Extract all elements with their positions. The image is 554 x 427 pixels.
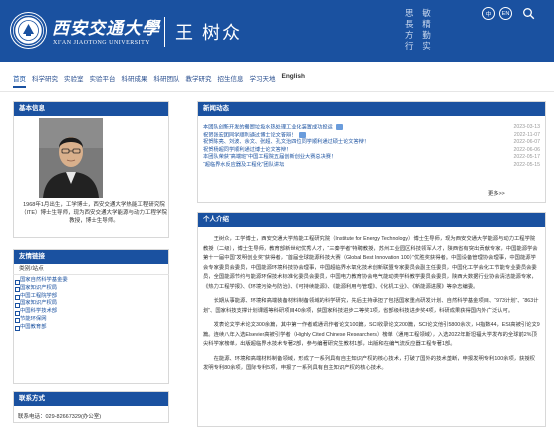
more-news-link[interactable]: 更多>>: [488, 189, 505, 197]
university-logo[interactable]: [11, 13, 46, 48]
new-badge-icon: [335, 124, 343, 130]
university-motto: 思 敏 長 精 方 勤 行 实: [405, 9, 467, 53]
panel-title: 新闻动态: [198, 102, 545, 116]
nav-item-lab[interactable]: 实验室: [64, 73, 84, 88]
link-item[interactable]: 节能环保网: [13, 316, 169, 324]
link-item[interactable]: 中国教育部: [13, 324, 169, 332]
news-date: 2022-05-15: [513, 161, 540, 168]
news-item[interactable]: 祝贺杨超同学顺利通过博士论文答辩！ 2022-06-06: [203, 147, 540, 155]
nav-item-admissions[interactable]: 招生信息: [218, 73, 244, 88]
news-title[interactable]: 本团队荣获“高端班”中国工程院五届创新创业大赛总决赛！: [203, 154, 336, 162]
bio-text: 王树众，工学博士，西安交通大学热能工程研究院（Institute for Ene…: [203, 235, 540, 379]
bio-paragraph: 长期从事能源、环境和高端装备材料制备领域的科学研究，先后主持承担了包括国家重点研…: [203, 298, 539, 314]
link-item[interactable]: 国家知识产权局: [13, 285, 169, 293]
links-category-header: 类别/站点: [13, 264, 169, 275]
motto-line: 思 敏: [405, 9, 434, 19]
lang-cn-button[interactable]: 中: [482, 7, 495, 20]
link-item[interactable]: 中国科学技术部: [13, 308, 169, 316]
nav-item-home[interactable]: 首页: [13, 73, 26, 88]
news-date: 2022-06-07: [513, 139, 540, 145]
panel-title: 联系方式: [14, 392, 168, 406]
site-header: 西安交通大學 XI'AN JIAOTONG UNIVERSITY 王 树众 思 …: [0, 0, 554, 62]
motto-line: 行 实: [405, 42, 434, 52]
bio-paragraph: 发表论文学术论文300余篇，其中第一作者或通讯作者论文100篇，SCI收录论文2…: [203, 322, 540, 347]
nav-item-learning[interactable]: 学习天地: [250, 73, 276, 88]
emblem-icon: [13, 15, 44, 46]
news-title[interactable]: 祝贺陈亮、刘波、余文、张超、孔文治四位同学顺利通过硕士论文答辩！: [203, 139, 369, 147]
nav-item-teaching[interactable]: 教学研究: [186, 73, 212, 88]
university-name-cn: 西安交通大學: [52, 19, 160, 39]
news-item[interactable]: 祝贺陈亮、刘波、余文、张超、孔文治四位同学顺利通过硕士论文答辩！ 2022-06…: [203, 139, 540, 147]
news-item[interactable]: 本团队荣获“高端班”中国工程院五届创新创业大赛总决赛！ 2022-05-17: [203, 154, 540, 162]
nav-item-achievements[interactable]: 科研成果: [122, 73, 148, 88]
news-item[interactable]: 本团队创新开发的餐厨垃圾水热处理工业化装置成功投运 2023-03-13: [203, 124, 540, 132]
panel-title: 基本信息: [14, 102, 168, 116]
contact-phone: 联系电话：029-82667329(办公室): [18, 414, 102, 420]
nav-item-team[interactable]: 科研团队: [154, 73, 180, 88]
language-switcher: 中 EN: [482, 7, 512, 20]
link-item[interactable]: 国家自然科学基金委: [13, 277, 169, 285]
nav-item-english[interactable]: English: [282, 73, 305, 88]
news-list: 本团队创新开发的餐厨垃圾水热处理工业化装置成功投运 2023-03-13 祝贺张…: [203, 124, 540, 169]
profile-caption: 1968年1月出生，工学博士，西安交通大学热能工程研究院（ITE）博士生导师，现…: [20, 202, 168, 224]
panel-title: 友情链接: [14, 250, 168, 264]
news-item[interactable]: 祝贺张宏团同学顺利通过博士论文答辩！ 2022-11-07: [203, 131, 540, 140]
motto-line: 長 精: [405, 20, 434, 30]
bio-paragraph: 在能源、环境和高端材料制备领域，形成了一系列具有自主知识产权的核心技术，打破了国…: [203, 355, 535, 372]
link-list: 国家自然科学基金委 国家知识产权局 中国工程院学部 国家知识产权局 中国科学技术…: [13, 277, 169, 332]
motto-line: 方 勤: [405, 31, 434, 41]
university-name-en: XI'AN JIAOTONG UNIVERSITY: [53, 40, 151, 46]
panel-title: 个人介绍: [198, 213, 545, 227]
news-date: 2022-06-06: [513, 146, 540, 153]
news-date: 2022-11-07: [513, 131, 540, 138]
news-date: 2022-05-17: [513, 154, 540, 160]
bio-paragraph: 王树众，工学博士，西安交通大学热能工程研究院（Institute for Ene…: [203, 236, 538, 290]
news-date: 2023-03-13: [513, 124, 540, 130]
header-divider: [164, 17, 165, 47]
news-title[interactable]: “超临界水反应器及工程化”团队讲坛: [203, 162, 284, 170]
nav-item-research[interactable]: 科学研究: [32, 73, 58, 88]
nav-item-platform[interactable]: 实验平台: [90, 73, 116, 88]
page-title: 王 树众: [175, 23, 243, 43]
lang-en-button[interactable]: EN: [499, 7, 512, 20]
main-nav: 首页 科学研究 实验室 实验平台 科研成果 科研团队 教学研究 招生信息 学习天…: [0, 62, 554, 92]
new-badge-icon: [299, 131, 307, 138]
search-icon[interactable]: [522, 7, 535, 20]
profile-photo: [39, 118, 103, 198]
news-title[interactable]: 祝贺杨超同学顺利通过博士论文答辩！: [203, 147, 291, 155]
portrait-image: [39, 118, 103, 198]
news-item[interactable]: “超临界水反应器及工程化”团队讲坛 2022-05-15: [203, 162, 540, 170]
